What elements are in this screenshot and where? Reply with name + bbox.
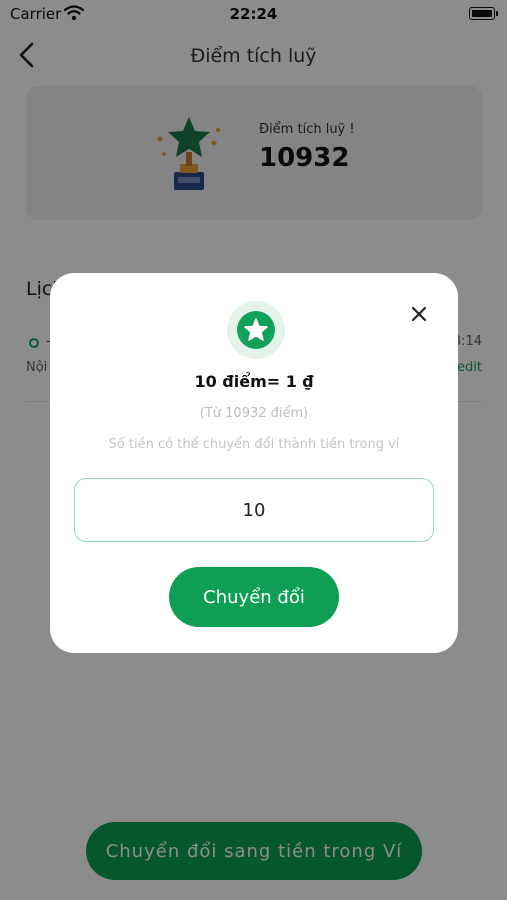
available-points: (Từ 10932 điểm) — [199, 406, 309, 421]
convert-points-dialog: 10 điểm= 1 ₫ (Từ 10932 điểm) Số tiền có … — [50, 273, 458, 653]
conversion-rate: 10 điểm= 1 ₫ — [194, 372, 314, 391]
star-icon — [237, 311, 275, 349]
convert-button[interactable]: Chuyển đổi — [169, 567, 339, 627]
close-icon[interactable] — [410, 305, 428, 323]
star-badge — [227, 301, 285, 359]
amount-hint: Số tiền có thể chuyển đổi thành tiền tro… — [108, 437, 400, 452]
amount-input[interactable] — [74, 478, 434, 542]
